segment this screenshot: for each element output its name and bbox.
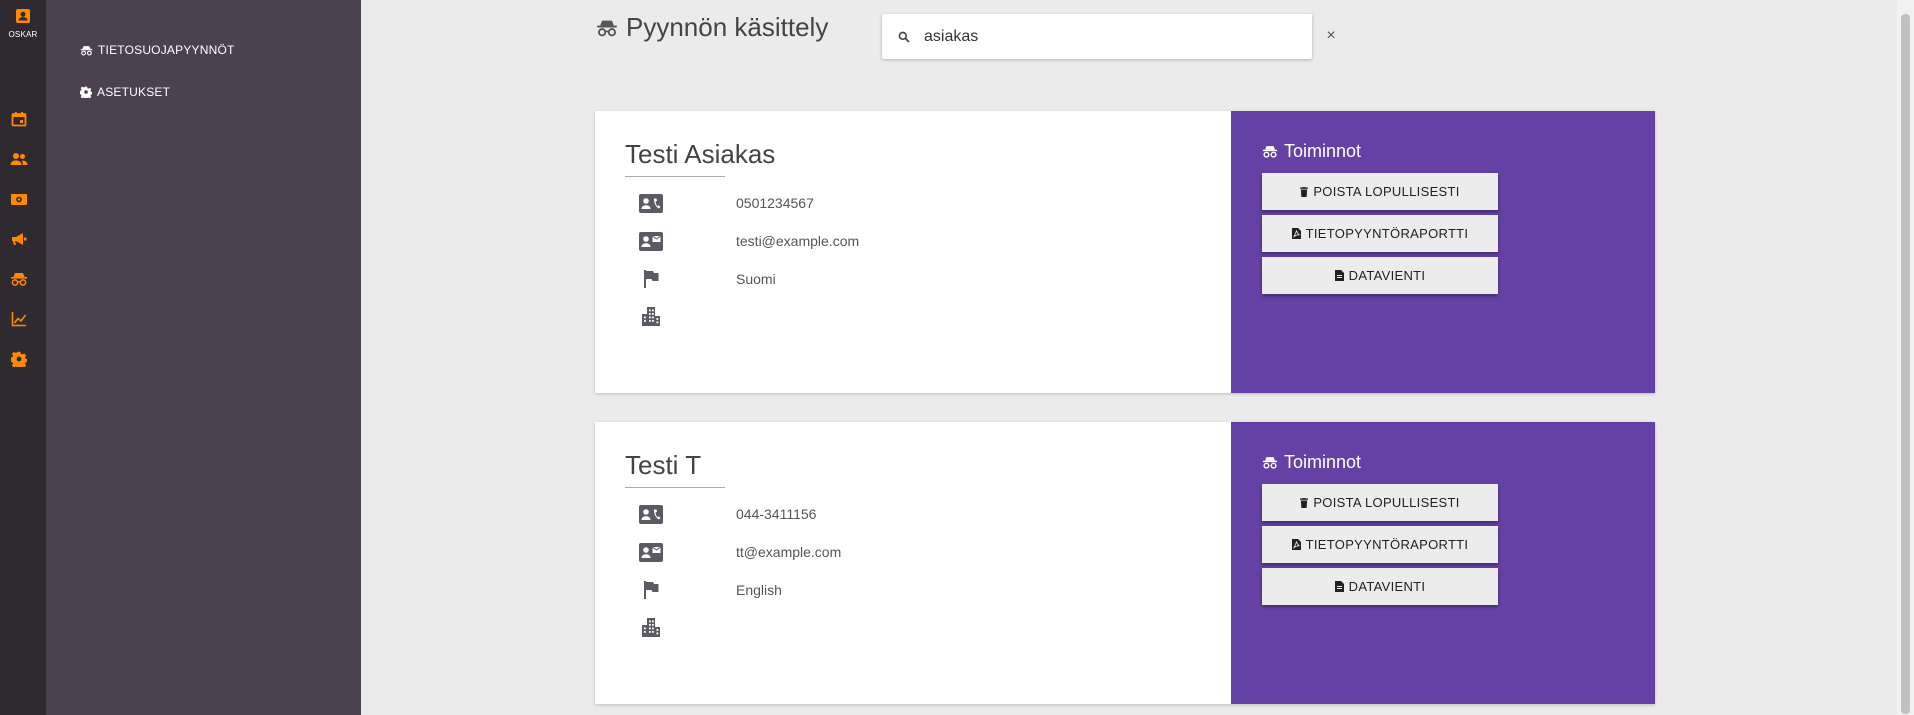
- delete-permanently-button[interactable]: POISTA LOPULLISESTI: [1262, 173, 1498, 210]
- search-icon: [898, 31, 910, 43]
- file-icon: [1334, 270, 1344, 281]
- page-title: Pyynnön käsittely: [596, 12, 828, 43]
- calendar-icon: [11, 112, 27, 127]
- customer-info: Testi T 044-3411156 tt@example.com Engli…: [595, 422, 1231, 704]
- email-row: testi@example.com: [625, 228, 859, 254]
- money-icon: [11, 193, 27, 205]
- data-export-button[interactable]: DATAVIENTI: [1262, 257, 1498, 294]
- language-value: English: [736, 582, 782, 598]
- actions-panel: Toiminnot POISTA LOPULLISESTI TIETOPYYNT…: [1231, 111, 1655, 393]
- icon-rail: OSKAR: [0, 0, 46, 715]
- email-value: tt@example.com: [736, 544, 842, 560]
- gear-icon: [80, 86, 92, 98]
- file-icon: [1334, 581, 1344, 592]
- scrollbar[interactable]: [1897, 0, 1914, 715]
- gear-icon: [11, 351, 27, 367]
- rail-item-settings[interactable]: [9, 349, 29, 369]
- flag-icon: [644, 270, 659, 288]
- company-row: [625, 303, 677, 329]
- actions-title: Toiminnot: [1262, 141, 1361, 162]
- sidebar-item-label: ASETUKSET: [97, 85, 171, 99]
- phone-row: 044-3411156: [625, 501, 816, 527]
- flag-icon: [644, 581, 659, 599]
- user-label: OSKAR: [8, 30, 38, 39]
- trash-icon: [1300, 186, 1309, 197]
- building-icon: [642, 617, 660, 637]
- language-row: English: [625, 577, 782, 603]
- customer-card: Testi T 044-3411156 tt@example.com Engli…: [595, 422, 1655, 704]
- rail-item-privacy[interactable]: [9, 269, 29, 289]
- incognito-icon: [80, 45, 93, 55]
- clear-search-button[interactable]: ×: [1322, 26, 1340, 46]
- pdf-file-icon: [1291, 539, 1301, 550]
- building-icon: [642, 306, 660, 326]
- actions-panel: Toiminnot POISTA LOPULLISESTI TIETOPYYNT…: [1231, 422, 1655, 704]
- sidebar-item-settings[interactable]: ASETUKSET: [80, 85, 170, 99]
- data-request-report-button[interactable]: TIETOPYYNTÖRAPORTTI: [1262, 215, 1498, 252]
- user-icon: [16, 9, 30, 23]
- trash-icon: [1300, 497, 1309, 508]
- rail-item-marketing[interactable]: [9, 229, 29, 249]
- phone-value: 044-3411156: [736, 506, 817, 522]
- scrollbar-thumb[interactable]: [1901, 14, 1910, 714]
- customer-name: Testi T: [625, 450, 725, 488]
- sidebar-item-label: TIETOSUOJAPYYNNÖT: [98, 43, 235, 57]
- data-export-button[interactable]: DATAVIENTI: [1262, 568, 1498, 605]
- customer-info: Testi Asiakas 0501234567 testi@example.c…: [595, 111, 1231, 393]
- incognito-icon: [1262, 457, 1278, 469]
- actions-title-text: Toiminnot: [1284, 141, 1362, 161]
- actions-title-text: Toiminnot: [1284, 452, 1362, 472]
- rail-item-reports[interactable]: [9, 309, 29, 329]
- rail-item-calendar[interactable]: [9, 109, 29, 129]
- customer-card: Testi Asiakas 0501234567 testi@example.c…: [595, 111, 1655, 393]
- contact-mail-icon: [639, 231, 663, 251]
- search-box: [882, 14, 1312, 59]
- contact-mail-icon: [639, 542, 663, 562]
- email-value: testi@example.com: [736, 233, 860, 249]
- phone-value: 0501234567: [736, 195, 814, 211]
- actions-title: Toiminnot: [1262, 452, 1361, 473]
- incognito-icon: [1262, 146, 1278, 158]
- rail-item-customers[interactable]: [9, 149, 29, 169]
- people-icon: [10, 153, 28, 165]
- language-row: Suomi: [625, 266, 776, 292]
- language-value: Suomi: [736, 271, 776, 287]
- user-menu[interactable]: OSKAR: [0, 8, 46, 39]
- chart-icon: [11, 312, 27, 327]
- phone-row: 0501234567: [625, 190, 814, 216]
- company-row: [625, 614, 677, 640]
- sidebar-item-privacy-requests[interactable]: TIETOSUOJAPYYNNÖT: [80, 43, 235, 57]
- delete-permanently-button[interactable]: POISTA LOPULLISESTI: [1262, 484, 1498, 521]
- contact-phone-icon: [639, 193, 663, 213]
- customer-name: Testi Asiakas: [625, 139, 775, 177]
- incognito-icon: [597, 20, 617, 36]
- page-title-text: Pyynnön käsittely: [626, 12, 829, 42]
- data-request-report-button[interactable]: TIETOPYYNTÖRAPORTTI: [1262, 526, 1498, 563]
- incognito-icon: [11, 273, 27, 286]
- sidebar: TIETOSUOJAPYYNNÖT ASETUKSET: [46, 0, 361, 715]
- contact-phone-icon: [639, 504, 663, 524]
- search-input[interactable]: [924, 27, 1284, 46]
- megaphone-icon: [12, 233, 27, 245]
- email-row: tt@example.com: [625, 539, 841, 565]
- rail-item-payments[interactable]: [9, 189, 29, 209]
- pdf-file-icon: [1291, 228, 1301, 239]
